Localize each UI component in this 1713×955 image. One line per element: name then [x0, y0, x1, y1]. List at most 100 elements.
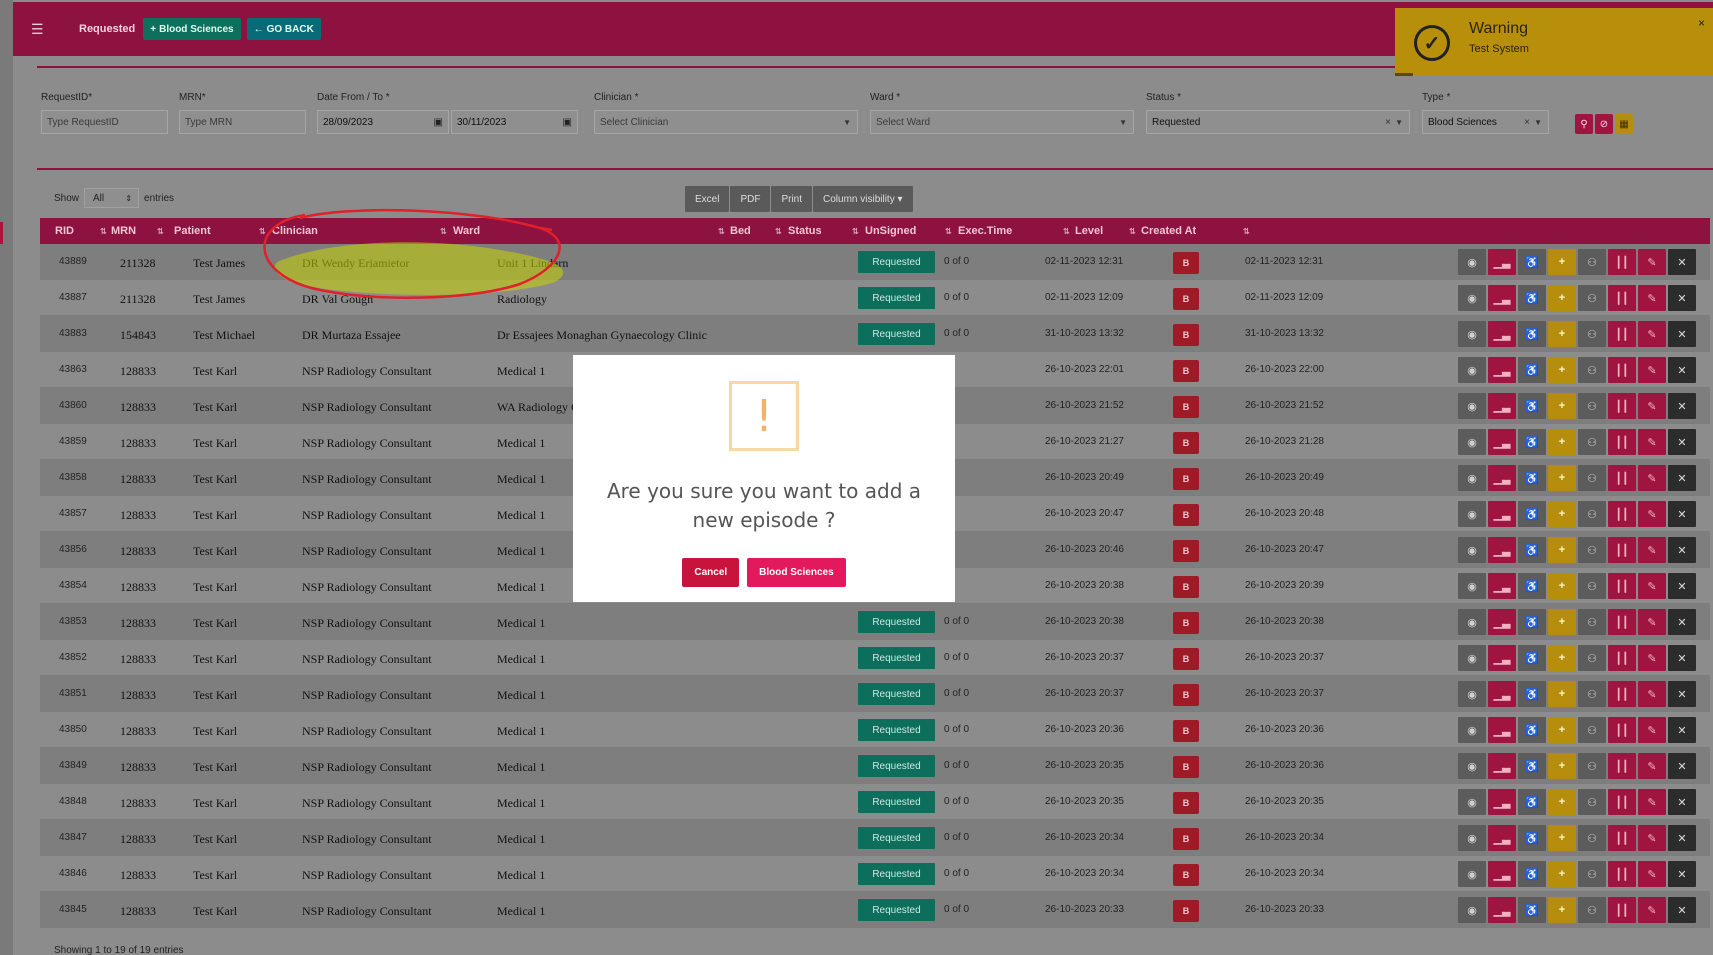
table-row[interactable]: 43883 154843 Test Michael DR Murtaza Essaje… [40, 316, 1710, 352]
chart-icon[interactable]: ▁▃ [1488, 501, 1516, 527]
edit-icon[interactable]: ✎ [1638, 321, 1666, 347]
date-to-input[interactable]: 30/11/2023 ▣ [451, 110, 578, 134]
column-header[interactable]: Ward [453, 225, 480, 237]
blood-sciences-button[interactable]: + Blood Sciences [143, 18, 241, 40]
barcode-icon[interactable]: ┃┃ [1608, 861, 1636, 887]
plus-icon[interactable]: + [1548, 537, 1576, 563]
type-select[interactable]: Blood Sciences × ▼ [1422, 110, 1549, 134]
edit-icon[interactable]: ✎ [1638, 357, 1666, 383]
plus-icon[interactable]: + [1548, 609, 1576, 635]
edit-icon[interactable]: ✎ [1638, 393, 1666, 419]
column-header[interactable]: Patient [174, 225, 211, 237]
people-icon[interactable]: ⚇ [1578, 465, 1606, 491]
close-icon[interactable]: ✕ [1668, 645, 1696, 671]
eye-icon[interactable]: ◉ [1458, 537, 1486, 563]
sort-icon[interactable]: ⇅ [1129, 227, 1136, 236]
chart-icon[interactable]: ▁▃ [1488, 393, 1516, 419]
edit-icon[interactable]: ✎ [1638, 897, 1666, 923]
sort-icon[interactable]: ⇅ [852, 227, 859, 236]
close-icon[interactable]: ✕ [1668, 501, 1696, 527]
barcode-icon[interactable]: ┃┃ [1608, 645, 1636, 671]
plus-icon[interactable]: + [1548, 465, 1576, 491]
edit-icon[interactable]: ✎ [1638, 501, 1666, 527]
plus-icon[interactable]: + [1548, 861, 1576, 887]
close-icon[interactable]: ✕ [1668, 897, 1696, 923]
people-icon[interactable]: ⚇ [1578, 429, 1606, 455]
edit-icon[interactable]: ✎ [1638, 861, 1666, 887]
table-row[interactable]: 43849 128833 Test Karl NSP Radiology Consul… [40, 748, 1710, 784]
column-visibility-button[interactable]: Column visibility ▾ [813, 186, 913, 212]
edit-icon[interactable]: ✎ [1638, 285, 1666, 311]
plus-icon[interactable]: + [1548, 681, 1576, 707]
edit-icon[interactable]: ✎ [1638, 681, 1666, 707]
page-size-select[interactable]: All ⇕ [84, 188, 140, 208]
wheelchair-icon[interactable]: ♿ [1518, 429, 1546, 455]
plus-icon[interactable]: + [1548, 645, 1576, 671]
wheelchair-icon[interactable]: ♿ [1518, 573, 1546, 599]
request-id-input[interactable]: Type RequestID [41, 110, 168, 134]
column-header[interactable]: Bed [730, 225, 751, 237]
barcode-icon[interactable]: ┃┃ [1608, 825, 1636, 851]
barcode-icon[interactable]: ┃┃ [1608, 609, 1636, 635]
eye-icon[interactable]: ◉ [1458, 573, 1486, 599]
close-icon[interactable]: ✕ [1668, 429, 1696, 455]
edit-icon[interactable]: ✎ [1638, 249, 1666, 275]
sort-icon[interactable]: ⇅ [718, 227, 725, 236]
close-icon[interactable]: ✕ [1668, 717, 1696, 743]
edit-icon[interactable]: ✎ [1638, 717, 1666, 743]
edit-icon[interactable]: ✎ [1638, 465, 1666, 491]
eye-icon[interactable]: ◉ [1458, 609, 1486, 635]
table-row[interactable]: 43887 211328 Test James DR Val Gough Radiolo… [40, 280, 1710, 316]
close-icon[interactable]: ✕ [1668, 609, 1696, 635]
eye-icon[interactable]: ◉ [1458, 861, 1486, 887]
close-icon[interactable]: ✕ [1668, 825, 1696, 851]
edit-icon[interactable]: ✎ [1638, 573, 1666, 599]
wheelchair-icon[interactable]: ♿ [1518, 465, 1546, 491]
people-icon[interactable]: ⚇ [1578, 357, 1606, 383]
chart-icon[interactable]: ▁▃ [1488, 717, 1516, 743]
close-icon[interactable]: ✕ [1668, 681, 1696, 707]
print-button[interactable]: Print [771, 186, 813, 212]
sort-icon[interactable]: ⇅ [1063, 227, 1070, 236]
sort-icon[interactable]: ⇅ [100, 227, 107, 236]
edit-icon[interactable]: ✎ [1638, 789, 1666, 815]
people-icon[interactable]: ⚇ [1578, 645, 1606, 671]
eye-icon[interactable]: ◉ [1458, 681, 1486, 707]
eye-icon[interactable]: ◉ [1458, 429, 1486, 455]
wheelchair-icon[interactable]: ♿ [1518, 537, 1546, 563]
people-icon[interactable]: ⚇ [1578, 789, 1606, 815]
clinician-select[interactable]: Select Clinician ▼ [594, 110, 858, 134]
wheelchair-icon[interactable]: ♿ [1518, 285, 1546, 311]
barcode-icon[interactable]: ┃┃ [1608, 357, 1636, 383]
wheelchair-icon[interactable]: ♿ [1518, 681, 1546, 707]
chart-icon[interactable]: ▁▃ [1488, 465, 1516, 491]
edit-icon[interactable]: ✎ [1638, 645, 1666, 671]
mrn-input[interactable]: Type MRN [179, 110, 306, 134]
wheelchair-icon[interactable]: ♿ [1518, 609, 1546, 635]
eye-icon[interactable]: ◉ [1458, 501, 1486, 527]
table-row[interactable]: 43847 128833 Test Karl NSP Radiology Consul… [40, 820, 1710, 856]
chart-icon[interactable]: ▁▃ [1488, 861, 1516, 887]
eye-icon[interactable]: ◉ [1458, 249, 1486, 275]
barcode-icon[interactable]: ┃┃ [1608, 321, 1636, 347]
people-icon[interactable]: ⚇ [1578, 537, 1606, 563]
column-header[interactable]: Clinician [272, 225, 318, 237]
sort-icon[interactable]: ⇅ [775, 227, 782, 236]
eye-icon[interactable]: ◉ [1458, 285, 1486, 311]
close-icon[interactable]: ✕ [1668, 465, 1696, 491]
edit-icon[interactable]: ✎ [1638, 753, 1666, 779]
plus-icon[interactable]: + [1548, 789, 1576, 815]
close-icon[interactable]: ✕ [1668, 537, 1696, 563]
plus-icon[interactable]: + [1548, 717, 1576, 743]
people-icon[interactable]: ⚇ [1578, 393, 1606, 419]
table-row[interactable]: 43852 128833 Test Karl NSP Radiology Consul… [40, 640, 1710, 676]
close-icon[interactable]: ✕ [1668, 285, 1696, 311]
eye-icon[interactable]: ◉ [1458, 789, 1486, 815]
chart-icon[interactable]: ▁▃ [1488, 537, 1516, 563]
table-row[interactable]: 43889 211328 Test James DR Wendy Eriamietor… [40, 244, 1710, 280]
pdf-button[interactable]: PDF [730, 186, 771, 212]
column-header[interactable]: Status [788, 225, 822, 237]
close-icon[interactable]: ✕ [1668, 249, 1696, 275]
close-icon[interactable]: ✕ [1668, 357, 1696, 383]
people-icon[interactable]: ⚇ [1578, 717, 1606, 743]
